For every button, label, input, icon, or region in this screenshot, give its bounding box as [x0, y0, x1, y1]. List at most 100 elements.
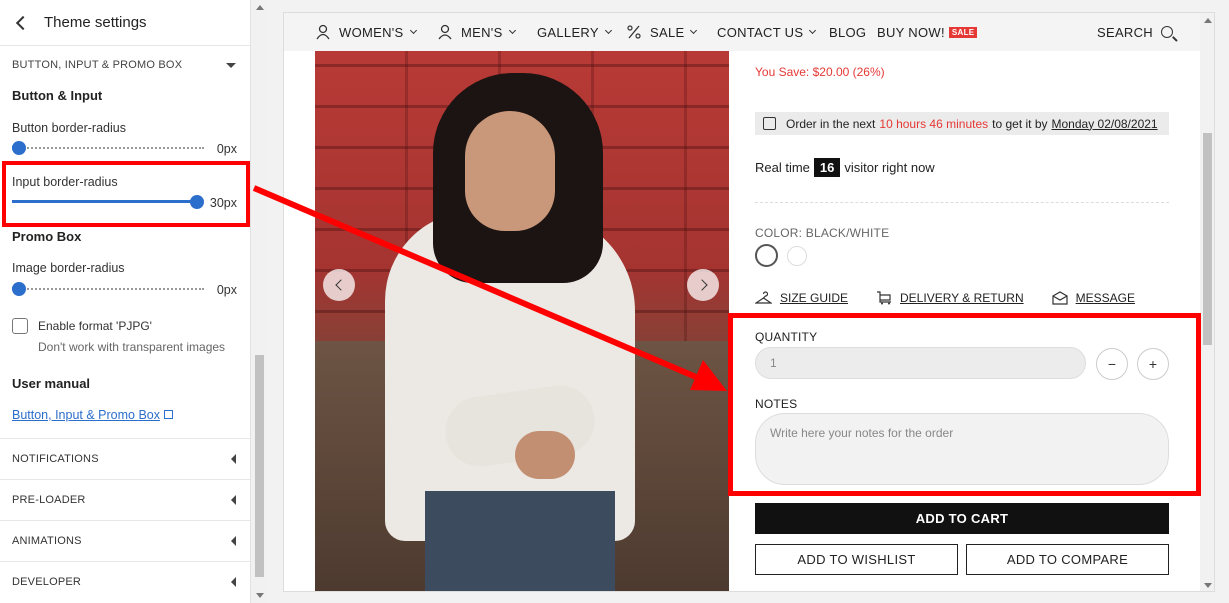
scrollbar-thumb[interactable]	[255, 355, 264, 577]
nav-blog[interactable]: BLOG	[829, 13, 866, 51]
scroll-down-arrow-icon[interactable]	[1204, 583, 1212, 588]
external-link-icon	[164, 410, 173, 419]
nav-label: GALLERY	[537, 24, 599, 40]
image-radius-label: Image border-radius	[12, 261, 125, 275]
section-notifications[interactable]: NOTIFICATIONS	[0, 438, 250, 479]
slider-thumb[interactable]	[12, 282, 26, 296]
nav-contact[interactable]: CONTACT US	[717, 13, 817, 51]
order-mid: to get it by	[992, 116, 1048, 131]
caret-left-icon	[231, 495, 236, 505]
pjpg-help-text: Don't work with transparent images	[38, 340, 226, 354]
hanger-icon	[755, 291, 772, 304]
image-radius-slider[interactable]	[12, 282, 204, 296]
order-date: Monday 02/08/2021	[1051, 116, 1158, 131]
add-to-cart-button[interactable]: ADD TO CART	[755, 503, 1169, 534]
percent-icon	[627, 25, 641, 39]
order-countdown: 10 hours 46 minutes	[879, 116, 989, 131]
mail-icon	[1052, 291, 1068, 305]
divider	[755, 202, 1169, 203]
section-label: BUTTON, INPUT & PROMO BOX	[12, 59, 183, 71]
chevron-down-icon	[409, 26, 417, 34]
scroll-up-arrow-icon[interactable]	[256, 5, 264, 10]
button-radius-value: 0px	[216, 142, 237, 156]
preview-scrollbar[interactable]	[1200, 13, 1214, 591]
woman-icon	[316, 24, 330, 40]
search-label: SEARCH	[1097, 24, 1153, 40]
link-label: DELIVERY & RETURN	[900, 291, 1024, 305]
visitors-suffix: visitor right now	[844, 160, 935, 175]
chevron-down-icon	[604, 26, 612, 34]
user-manual-title: User manual	[12, 376, 91, 391]
color-swatch-black-white[interactable]	[755, 244, 778, 267]
nav-mens[interactable]: MEN'S	[437, 13, 516, 51]
user-manual-link-text: Button, Input & Promo Box	[12, 408, 160, 422]
color-swatch-white[interactable]	[787, 246, 807, 266]
panel-scrollbar[interactable]	[252, 0, 267, 603]
back-chevron-icon[interactable]	[15, 15, 31, 30]
scrollbar-thumb[interactable]	[1203, 133, 1212, 345]
image-next-button[interactable]	[687, 269, 719, 301]
panel-header: Theme settings	[0, 0, 250, 46]
pjpg-checkbox[interactable]	[12, 318, 28, 334]
section-pre-loader[interactable]: PRE-LOADER	[0, 479, 250, 520]
nav-sale[interactable]: SALE	[626, 13, 698, 51]
add-to-wishlist-button[interactable]: ADD TO WISHLIST	[755, 544, 958, 575]
link-label: SIZE GUIDE	[780, 291, 849, 305]
nav-label: WOMEN'S	[339, 24, 404, 40]
nav-gallery[interactable]: GALLERY	[537, 13, 612, 51]
nav-label: MEN'S	[461, 24, 503, 40]
nav-womens[interactable]: WOMEN'S	[315, 13, 417, 51]
caret-down-icon	[226, 62, 236, 68]
order-prefix: Order in the next	[786, 116, 876, 131]
product-image[interactable]	[315, 51, 729, 591]
size-guide-link[interactable]: SIZE GUIDE	[755, 291, 848, 305]
scroll-down-arrow-icon[interactable]	[256, 593, 264, 598]
button-radius-slider[interactable]	[12, 141, 204, 155]
section-developer[interactable]: DEVELOPER	[0, 561, 250, 602]
nav-label: SALE	[650, 24, 685, 40]
slider-thumb[interactable]	[12, 141, 26, 155]
chevron-right-icon	[695, 279, 708, 291]
section-label: PRE-LOADER	[12, 494, 86, 506]
add-to-compare-button[interactable]: ADD TO COMPARE	[966, 544, 1169, 575]
section-animations[interactable]: ANIMATIONS	[0, 520, 250, 561]
message-link[interactable]: MESSAGE	[1052, 291, 1135, 305]
panel-title: Theme settings	[44, 14, 147, 31]
color-label: COLOR: BLACK/WHITE	[755, 226, 890, 240]
nav-label: CONTACT US	[717, 24, 804, 40]
promo-box-title: Promo Box	[12, 229, 82, 244]
scroll-up-arrow-icon[interactable]	[1204, 18, 1212, 23]
section-label: NOTIFICATIONS	[12, 453, 99, 465]
man-icon	[438, 24, 452, 40]
section-label: DEVELOPER	[12, 576, 82, 588]
caret-left-icon	[231, 577, 236, 587]
user-manual-link[interactable]: Button, Input & Promo Box	[12, 408, 173, 422]
pjpg-label: Enable format 'PJPG'	[38, 319, 152, 333]
chevron-down-icon	[809, 26, 817, 34]
image-prev-button[interactable]	[323, 269, 355, 301]
search-icon	[1160, 26, 1173, 38]
caret-left-icon	[231, 536, 236, 546]
chevron-down-icon	[690, 26, 698, 34]
button-radius-label: Button border-radius	[12, 121, 126, 135]
image-radius-value: 0px	[216, 283, 237, 297]
link-label: MESSAGE	[1075, 291, 1135, 305]
store-nav: WOMEN'S MEN'S GALLERY SALE CONTACT US BL…	[284, 13, 1200, 51]
theme-settings-panel: Theme settings BUTTON, INPUT & PROMO BOX…	[0, 0, 251, 603]
sale-badge: SALE	[948, 26, 978, 38]
you-save-text: You Save: $20.00 (26%)	[755, 65, 885, 79]
store-preview: WOMEN'S MEN'S GALLERY SALE CONTACT US BL…	[283, 12, 1215, 592]
delivery-return-link[interactable]: DELIVERY & RETURN	[876, 291, 1024, 305]
cart-icon	[877, 291, 892, 305]
nav-label: BUY NOW!	[877, 24, 945, 40]
order-deadline-bar: Order in the next 10 hours 46 minutes to…	[755, 112, 1169, 135]
visitors-count-badge: 16	[813, 158, 841, 177]
nav-search[interactable]: SEARCH	[1097, 13, 1173, 51]
highlight-box-input-radius	[2, 161, 250, 227]
nav-label: BLOG	[829, 24, 867, 40]
realtime-visitors: Real time 16 visitor right now	[755, 158, 935, 177]
nav-buy-now[interactable]: BUY NOW! SALE	[877, 13, 978, 51]
highlight-box-inputs	[728, 313, 1201, 496]
section-button-input-promo[interactable]: BUTTON, INPUT & PROMO BOX	[12, 59, 238, 71]
product-links: SIZE GUIDE DELIVERY & RETURN MESSAGE	[755, 291, 1135, 305]
